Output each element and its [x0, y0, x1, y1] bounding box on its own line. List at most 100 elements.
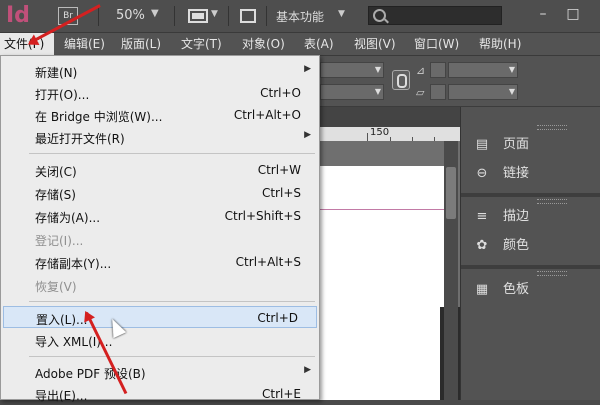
panel-stroke[interactable]: ≡ 描边 — [461, 206, 600, 228]
menu-item-export[interactable]: 导出(E)... Ctrl+E — [1, 383, 319, 405]
panel-grip[interactable] — [537, 199, 567, 204]
menu-item-shortcut: Ctrl+O — [260, 86, 301, 100]
menu-view[interactable]: 视图(V) — [350, 33, 400, 55]
screen-mode-icon[interactable] — [240, 9, 256, 23]
links-icon: ⊖ — [476, 166, 488, 181]
constrain-proportions-icon[interactable] — [392, 70, 410, 90]
submenu-arrow-icon: ▶ — [304, 365, 311, 375]
file-menu-dropdown: 新建(N) ▶ 打开(O)... Ctrl+O 在 Bridge 中浏览(W).… — [0, 55, 320, 403]
panel-label: 色板 — [503, 282, 530, 297]
menu-item-label: 关闭(C) — [35, 165, 77, 179]
menu-item-browse-bridge[interactable]: 在 Bridge 中浏览(W)... Ctrl+Alt+O — [1, 104, 319, 126]
menu-item-label: 打开(O)... — [35, 88, 90, 102]
panel-swatches[interactable]: ▦ 色板 — [461, 279, 600, 301]
panel-grip[interactable] — [537, 125, 567, 130]
menu-item-close[interactable]: 关闭(C) Ctrl+W — [1, 159, 319, 181]
search-input[interactable] — [368, 6, 502, 25]
submenu-arrow-icon: ▶ — [304, 130, 311, 140]
panel-label: 描边 — [503, 209, 530, 224]
menu-item-import-xml[interactable]: 导入 XML(I)... — [1, 329, 319, 351]
toolbar-separator — [174, 6, 175, 26]
margin-guide — [320, 209, 444, 210]
shear-angle-icon: ▱ — [416, 86, 425, 99]
menu-separator — [29, 356, 315, 357]
menu-item-label: 最近打开文件(R) — [35, 132, 125, 146]
panels-dock: ▤ 页面 ⊖ 链接 ≡ 描边 ✿ 颜色 ▦ 色板 — [460, 107, 600, 400]
chevron-down-icon[interactable]: ▼ — [211, 9, 218, 19]
control-panel: ▼ ▼ ⊿ ▱ ▼ ▼ — [320, 56, 600, 107]
panel-label: 页面 — [503, 137, 530, 152]
scrollbar-thumb[interactable] — [446, 167, 456, 219]
minimize-button[interactable]: – — [532, 4, 554, 24]
menu-item-label: 登记(I)... — [35, 234, 84, 248]
menu-item-shortcut: Ctrl+D — [257, 311, 298, 325]
menu-item-shortcut: Ctrl+W — [257, 163, 301, 177]
ruler-tick — [367, 133, 368, 141]
panel-label: 链接 — [503, 166, 530, 181]
pages-icon: ▤ — [475, 137, 489, 152]
workspace-switcher[interactable]: 基本功能 — [276, 8, 324, 25]
panel-divider — [461, 193, 600, 197]
menu-item-label: 存储为(A)... — [35, 211, 101, 225]
submenu-arrow-icon: ▶ — [304, 64, 311, 74]
control-field[interactable]: ▼ — [320, 62, 384, 78]
toolbar-separator — [98, 6, 99, 26]
document-tab-strip — [320, 107, 460, 127]
menu-item-label: Adobe PDF 预设(B) — [35, 367, 146, 381]
indesign-logo: Id — [6, 3, 30, 28]
panel-color[interactable]: ✿ 颜色 — [461, 235, 600, 257]
rotate-angle-icon: ⊿ — [416, 64, 426, 77]
color-icon: ✿ — [476, 238, 488, 253]
menu-help[interactable]: 帮助(H) — [475, 33, 525, 55]
menu-item-label: 存储副本(Y)... — [35, 257, 112, 271]
menu-item-shortcut: Ctrl+Alt+S — [235, 255, 301, 269]
menu-item-pdf-presets[interactable]: Adobe PDF 预设(B) ▶ — [1, 361, 319, 383]
control-field[interactable]: ▼ — [448, 62, 518, 78]
search-icon — [373, 9, 386, 22]
view-options-icon[interactable] — [188, 9, 208, 23]
menu-bar: 文件(F) 编辑(E) 版面(L) 文字(T) 对象(O) 表(A) 视图(V)… — [0, 33, 600, 56]
toolbar-separator — [228, 6, 229, 26]
menu-item-revert: 恢复(V) — [1, 274, 319, 296]
menu-window[interactable]: 窗口(W) — [410, 33, 463, 55]
control-field[interactable]: ▼ — [448, 84, 518, 100]
menu-type[interactable]: 文字(T) — [177, 33, 226, 55]
panel-links[interactable]: ⊖ 链接 — [461, 163, 600, 185]
menu-item-label: 新建(N) — [35, 66, 78, 80]
menu-edit[interactable]: 编辑(E) — [60, 33, 109, 55]
menu-item-recent-files[interactable]: 最近打开文件(R) ▶ — [1, 126, 319, 148]
menu-item-label: 在 Bridge 中浏览(W)... — [35, 110, 163, 124]
menu-item-label: 存储(S) — [35, 188, 76, 202]
menu-item-save[interactable]: 存储(S) Ctrl+S — [1, 182, 319, 204]
chevron-down-icon[interactable]: ▼ — [151, 8, 159, 19]
menu-item-place[interactable]: 置入(L)... Ctrl+D — [3, 306, 317, 328]
menu-item-check-in: 登记(I)... — [1, 228, 319, 250]
application-bar: Id Br 50% ▼ ▼ 基本功能 ▼ – □ — [0, 0, 600, 33]
swatches-icon: ▦ — [475, 282, 489, 297]
control-field[interactable]: ▼ — [320, 84, 384, 100]
menu-separator — [29, 301, 315, 302]
restore-button[interactable]: □ — [562, 4, 584, 24]
menu-item-shortcut: Ctrl+Alt+O — [233, 108, 301, 122]
menu-item-save-as[interactable]: 存储为(A)... Ctrl+Shift+S — [1, 205, 319, 227]
menu-item-shortcut: Ctrl+S — [261, 186, 301, 200]
control-field[interactable] — [430, 62, 446, 78]
menu-layout[interactable]: 版面(L) — [117, 33, 165, 55]
ruler-mark: 150 — [370, 127, 390, 138]
chevron-down-icon[interactable]: ▼ — [338, 9, 345, 19]
menu-item-save-copy[interactable]: 存储副本(Y)... Ctrl+Alt+S — [1, 251, 319, 273]
menu-item-new[interactable]: 新建(N) ▶ — [1, 60, 319, 82]
vertical-scrollbar[interactable] — [444, 141, 458, 400]
horizontal-ruler[interactable]: 150 — [320, 127, 460, 142]
control-field[interactable] — [430, 84, 446, 100]
document-page[interactable] — [320, 166, 444, 400]
toolbar-separator — [266, 6, 267, 26]
panel-pages[interactable]: ▤ 页面 — [461, 134, 600, 156]
menu-item-shortcut: Ctrl+Shift+S — [224, 209, 301, 223]
panel-grip[interactable] — [537, 271, 567, 276]
zoom-level[interactable]: 50% — [116, 8, 145, 23]
stroke-icon: ≡ — [476, 209, 488, 224]
menu-table[interactable]: 表(A) — [300, 33, 338, 55]
menu-item-open[interactable]: 打开(O)... Ctrl+O — [1, 82, 319, 104]
menu-object[interactable]: 对象(O) — [238, 33, 289, 55]
